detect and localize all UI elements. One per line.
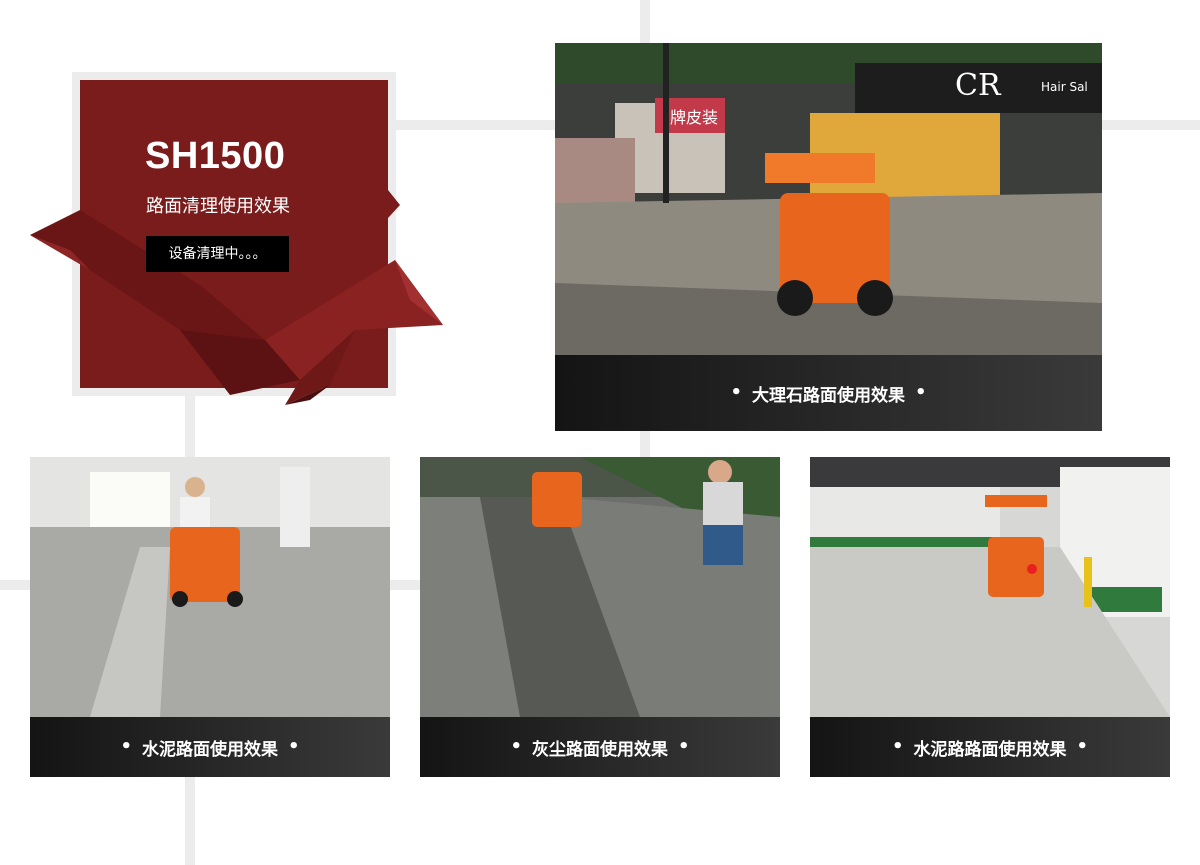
photo-caption: • 大理石路面使用效果 • — [555, 355, 1102, 431]
caption-text: 大理石路面使用效果 — [752, 385, 905, 406]
bullet-dot: • — [730, 382, 742, 403]
photo-card-cement-garage[interactable]: • 水泥路路面使用效果 • — [810, 457, 1170, 777]
cement-road-photo — [30, 457, 390, 717]
shop-sign-text: 牌皮装 — [670, 108, 718, 127]
bullet-dot: • — [120, 736, 132, 757]
bullet-dot: • — [510, 736, 522, 757]
garage-road-photo — [810, 457, 1170, 717]
bullet-dot: • — [288, 736, 300, 757]
caption-text: 灰尘路面使用效果 — [532, 739, 668, 760]
caption-text: 水泥路面使用效果 — [142, 739, 278, 760]
dust-road-photo — [420, 457, 780, 717]
bullet-dot: • — [678, 736, 690, 757]
photo-card-marble[interactable]: 牌皮装 CR Hair Sal • 大理石路面使用效果 • — [555, 43, 1102, 431]
photo-card-dust[interactable]: • 灰尘路面使用效果 • — [420, 457, 780, 777]
bullet-dot: • — [915, 382, 927, 403]
cr-sign-text: CR — [955, 68, 1002, 103]
photo-card-cement[interactable]: • 水泥路面使用效果 • — [30, 457, 390, 777]
photo-caption: • 水泥路路面使用效果 • — [810, 717, 1170, 777]
hero-subtitle: 路面清理使用效果 — [146, 196, 290, 217]
marble-road-photo: 牌皮装 CR Hair Sal — [555, 43, 1102, 355]
caption-text: 水泥路路面使用效果 — [913, 739, 1067, 760]
photo-caption: • 灰尘路面使用效果 • — [420, 717, 780, 777]
salon-sign-text: Hair Sal — [1041, 80, 1088, 94]
cleaning-status-button[interactable]: 设备清理中。。。 — [146, 236, 289, 272]
bullet-dot: • — [1076, 736, 1089, 757]
photo-caption: • 水泥路面使用效果 • — [30, 717, 390, 777]
hero-title: SH1500 — [145, 135, 286, 177]
bullet-dot: • — [891, 736, 904, 757]
